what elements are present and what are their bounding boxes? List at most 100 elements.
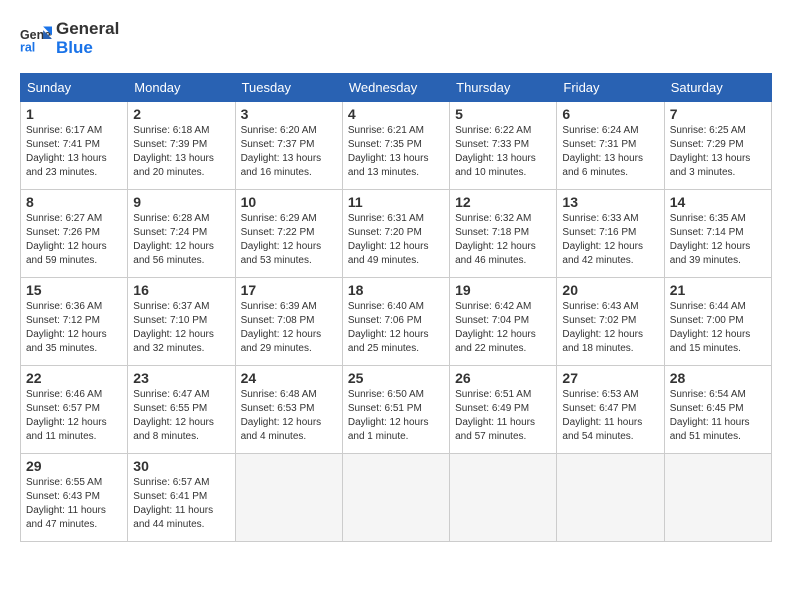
day-number: 14 xyxy=(670,194,766,210)
day-number: 7 xyxy=(670,106,766,122)
day-info: Sunrise: 6:55 AMSunset: 6:43 PMDaylight:… xyxy=(26,476,122,532)
day-cell-5: 5Sunrise: 6:22 AMSunset: 7:33 PMDaylight… xyxy=(450,102,557,190)
day-number: 6 xyxy=(562,106,658,122)
day-info: Sunrise: 6:39 AMSunset: 7:08 PMDaylight:… xyxy=(241,300,337,356)
day-cell-8: 8 Sunrise: 6:27 AMSunset: 7:26 PMDaylight… xyxy=(21,190,128,278)
day-number: 8 xyxy=(26,194,122,210)
day-number: 21 xyxy=(670,282,766,298)
day-info: Sunrise: 6:36 AMSunset: 7:12 PMDaylight:… xyxy=(26,300,122,356)
day-info: Sunrise: 6:33 AMSunset: 7:16 PMDaylight:… xyxy=(562,212,658,268)
logo-text-blue: Blue xyxy=(56,39,119,58)
day-info: Sunrise: 6:47 AMSunset: 6:55 PMDaylight:… xyxy=(133,388,229,444)
day-cell-21: 21 Sunrise: 6:44 AMSunset: 7:00 PMDayligh… xyxy=(664,278,771,366)
empty-cell xyxy=(450,454,557,542)
day-cell-11: 11 Sunrise: 6:31 AMSunset: 7:20 PMDayligh… xyxy=(342,190,449,278)
day-number: 30 xyxy=(133,458,229,474)
day-number: 28 xyxy=(670,370,766,386)
day-cell-16: 16Sunrise: 6:37 AMSunset: 7:10 PMDayligh… xyxy=(128,278,235,366)
day-number: 16 xyxy=(133,282,229,298)
weekday-header-thursday: Thursday xyxy=(450,74,557,102)
day-cell-27: 27 Sunrise: 6:53 AMSunset: 6:47 PMDayligh… xyxy=(557,366,664,454)
weekday-header-saturday: Saturday xyxy=(664,74,771,102)
day-number: 4 xyxy=(348,106,444,122)
day-cell-4: 4 Sunrise: 6:21 AMSunset: 7:35 PMDaylight… xyxy=(342,102,449,190)
day-cell-13: 13 Sunrise: 6:33 AMSunset: 7:16 PMDayligh… xyxy=(557,190,664,278)
day-info: Sunrise: 6:27 AMSunset: 7:26 PMDaylight:… xyxy=(26,212,122,268)
day-info: Sunrise: 6:35 AMSunset: 7:14 PMDaylight:… xyxy=(670,212,766,268)
day-info: Sunrise: 6:40 AMSunset: 7:06 PMDaylight:… xyxy=(348,300,444,356)
day-number: 26 xyxy=(455,370,551,386)
day-cell-9: 9Sunrise: 6:28 AMSunset: 7:24 PMDaylight… xyxy=(128,190,235,278)
day-info: Sunrise: 6:57 AMSunset: 6:41 PMDaylight:… xyxy=(133,476,229,532)
day-cell-17: 17 Sunrise: 6:39 AMSunset: 7:08 PMDayligh… xyxy=(235,278,342,366)
day-info: Sunrise: 6:31 AMSunset: 7:20 PMDaylight:… xyxy=(348,212,444,268)
day-info: Sunrise: 6:24 AMSunset: 7:31 PMDaylight:… xyxy=(562,124,658,180)
day-number: 25 xyxy=(348,370,444,386)
calendar-table: SundayMondayTuesdayWednesdayThursdayFrid… xyxy=(20,73,772,542)
day-number: 18 xyxy=(348,282,444,298)
day-number: 12 xyxy=(455,194,551,210)
day-info: Sunrise: 6:32 AMSunset: 7:18 PMDaylight:… xyxy=(455,212,551,268)
day-cell-18: 18 Sunrise: 6:40 AMSunset: 7:06 PMDayligh… xyxy=(342,278,449,366)
day-cell-22: 22Sunrise: 6:46 AMSunset: 6:57 PMDayligh… xyxy=(21,366,128,454)
calendar-week-3: 15 Sunrise: 6:36 AMSunset: 7:12 PMDayligh… xyxy=(21,278,772,366)
day-number: 5 xyxy=(455,106,551,122)
day-number: 29 xyxy=(26,458,122,474)
svg-text:ral: ral xyxy=(20,40,35,54)
logo: Gene ral General Blue xyxy=(20,20,119,57)
logo-icon: Gene ral xyxy=(20,23,52,55)
day-info: Sunrise: 6:44 AMSunset: 7:00 PMDaylight:… xyxy=(670,300,766,356)
day-cell-30: 30 Sunrise: 6:57 AMSunset: 6:41 PMDayligh… xyxy=(128,454,235,542)
day-info: Sunrise: 6:17 AMSunset: 7:41 PMDaylight:… xyxy=(26,124,122,180)
day-number: 19 xyxy=(455,282,551,298)
day-info: Sunrise: 6:18 AMSunset: 7:39 PMDaylight:… xyxy=(133,124,229,180)
day-cell-29: 29 Sunrise: 6:55 AMSunset: 6:43 PMDayligh… xyxy=(21,454,128,542)
day-number: 27 xyxy=(562,370,658,386)
day-info: Sunrise: 6:25 AMSunset: 7:29 PMDaylight:… xyxy=(670,124,766,180)
day-cell-24: 24 Sunrise: 6:48 AMSunset: 6:53 PMDayligh… xyxy=(235,366,342,454)
day-cell-23: 23 Sunrise: 6:47 AMSunset: 6:55 PMDayligh… xyxy=(128,366,235,454)
day-cell-1: 1Sunrise: 6:17 AMSunset: 7:41 PMDaylight… xyxy=(21,102,128,190)
day-cell-10: 10Sunrise: 6:29 AMSunset: 7:22 PMDayligh… xyxy=(235,190,342,278)
calendar-week-2: 8 Sunrise: 6:27 AMSunset: 7:26 PMDaylight… xyxy=(21,190,772,278)
day-cell-2: 2 Sunrise: 6:18 AMSunset: 7:39 PMDaylight… xyxy=(128,102,235,190)
day-number: 2 xyxy=(133,106,229,122)
day-info: Sunrise: 6:51 AMSunset: 6:49 PMDaylight:… xyxy=(455,388,551,444)
day-info: Sunrise: 6:43 AMSunset: 7:02 PMDaylight:… xyxy=(562,300,658,356)
day-cell-25: 25 Sunrise: 6:50 AMSunset: 6:51 PMDayligh… xyxy=(342,366,449,454)
day-cell-15: 15 Sunrise: 6:36 AMSunset: 7:12 PMDayligh… xyxy=(21,278,128,366)
day-info: Sunrise: 6:50 AMSunset: 6:51 PMDaylight:… xyxy=(348,388,444,444)
weekday-header-wednesday: Wednesday xyxy=(342,74,449,102)
day-cell-6: 6 Sunrise: 6:24 AMSunset: 7:31 PMDaylight… xyxy=(557,102,664,190)
day-number: 15 xyxy=(26,282,122,298)
day-number: 13 xyxy=(562,194,658,210)
empty-cell xyxy=(664,454,771,542)
day-number: 11 xyxy=(348,194,444,210)
weekday-header-tuesday: Tuesday xyxy=(235,74,342,102)
day-info: Sunrise: 6:48 AMSunset: 6:53 PMDaylight:… xyxy=(241,388,337,444)
weekday-header-row: SundayMondayTuesdayWednesdayThursdayFrid… xyxy=(21,74,772,102)
calendar-week-1: 1Sunrise: 6:17 AMSunset: 7:41 PMDaylight… xyxy=(21,102,772,190)
day-number: 10 xyxy=(241,194,337,210)
day-cell-19: 19 Sunrise: 6:42 AMSunset: 7:04 PMDayligh… xyxy=(450,278,557,366)
day-cell-12: 12 Sunrise: 6:32 AMSunset: 7:18 PMDayligh… xyxy=(450,190,557,278)
day-info: Sunrise: 6:21 AMSunset: 7:35 PMDaylight:… xyxy=(348,124,444,180)
day-info: Sunrise: 6:42 AMSunset: 7:04 PMDaylight:… xyxy=(455,300,551,356)
day-number: 24 xyxy=(241,370,337,386)
empty-cell xyxy=(557,454,664,542)
calendar-week-5: 29 Sunrise: 6:55 AMSunset: 6:43 PMDayligh… xyxy=(21,454,772,542)
page-header: Gene ral General Blue xyxy=(20,20,772,57)
day-info: Sunrise: 6:20 AMSunset: 7:37 PMDaylight:… xyxy=(241,124,337,180)
day-number: 17 xyxy=(241,282,337,298)
day-cell-26: 26 Sunrise: 6:51 AMSunset: 6:49 PMDayligh… xyxy=(450,366,557,454)
empty-cell xyxy=(235,454,342,542)
day-info: Sunrise: 6:28 AMSunset: 7:24 PMDaylight:… xyxy=(133,212,229,268)
day-cell-7: 7 Sunrise: 6:25 AMSunset: 7:29 PMDaylight… xyxy=(664,102,771,190)
day-info: Sunrise: 6:46 AMSunset: 6:57 PMDaylight:… xyxy=(26,388,122,444)
day-number: 23 xyxy=(133,370,229,386)
day-cell-20: 20Sunrise: 6:43 AMSunset: 7:02 PMDayligh… xyxy=(557,278,664,366)
calendar-week-4: 22Sunrise: 6:46 AMSunset: 6:57 PMDayligh… xyxy=(21,366,772,454)
day-number: 3 xyxy=(241,106,337,122)
empty-cell xyxy=(342,454,449,542)
day-info: Sunrise: 6:53 AMSunset: 6:47 PMDaylight:… xyxy=(562,388,658,444)
